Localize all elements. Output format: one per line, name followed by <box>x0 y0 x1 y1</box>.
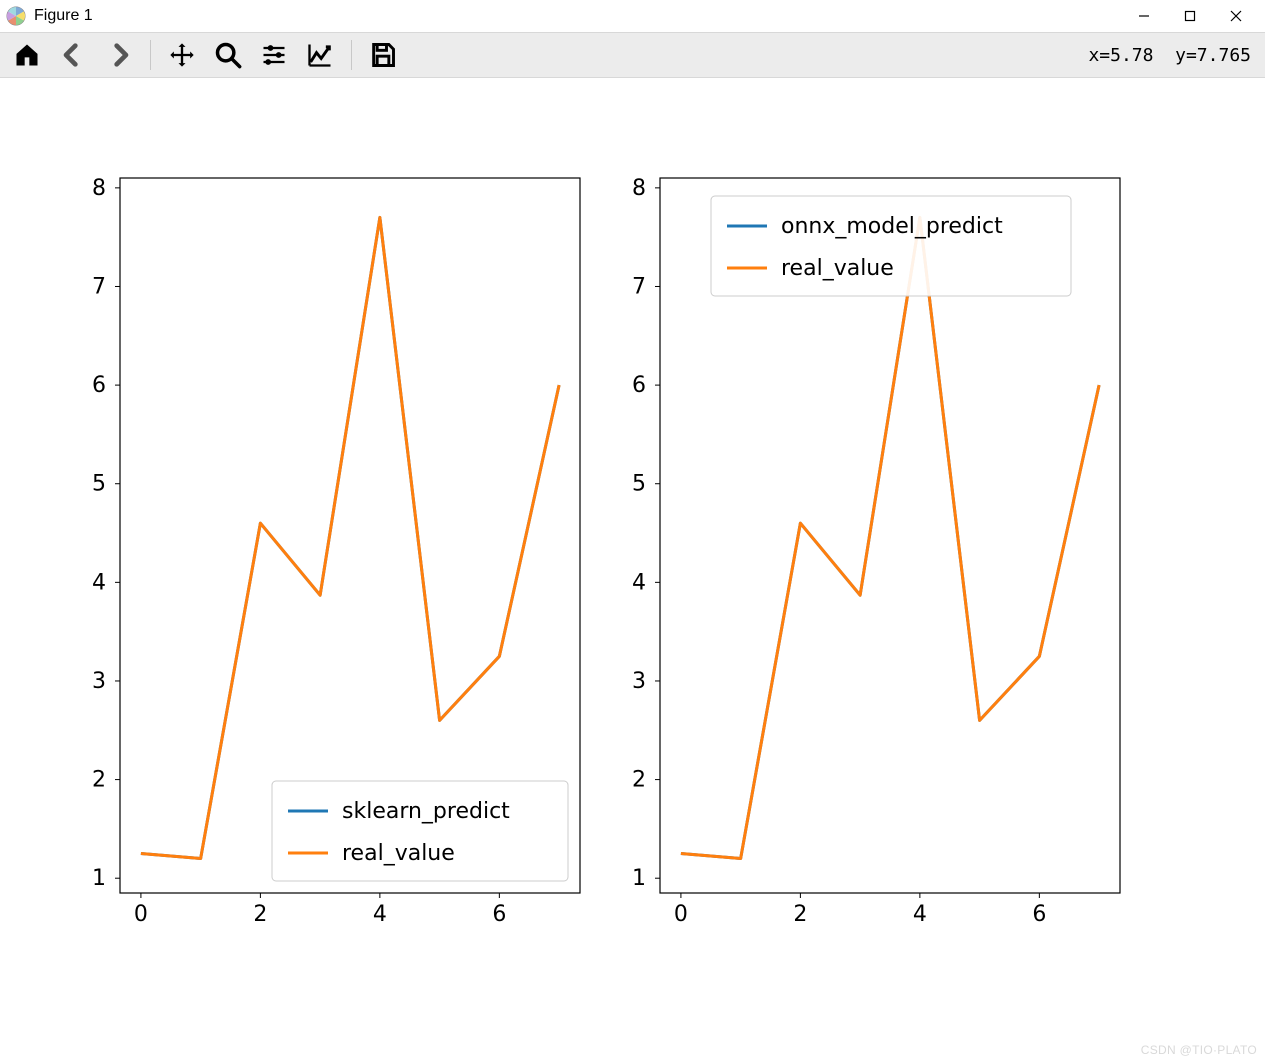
forward-button[interactable] <box>102 38 136 72</box>
legend: onnx_model_predict real_value <box>711 196 1071 296</box>
y-tick-label: 3 <box>92 669 106 694</box>
subplot-0: 0 2 4 6 1 2 3 4 5 6 7 8 sklearn_predict real_value <box>92 176 580 927</box>
titlebar: Figure 1 <box>0 0 1265 32</box>
zoom-button[interactable] <box>211 38 245 72</box>
y-tick-label: 4 <box>92 570 106 595</box>
y-tick-label: 7 <box>92 274 106 299</box>
y-tick-label: 7 <box>632 274 646 299</box>
home-button[interactable] <box>10 38 44 72</box>
legend-label: onnx_model_predict <box>781 214 1003 239</box>
x-tick-label: 6 <box>1032 902 1046 927</box>
x-tick-label: 0 <box>674 902 688 927</box>
matplotlib-icon <box>6 6 26 26</box>
figure-window: Figure 1 <box>0 0 1265 1063</box>
close-button[interactable] <box>1213 1 1259 31</box>
y-tick-label: 1 <box>92 866 106 891</box>
save-button[interactable] <box>366 38 400 72</box>
y-tick-label: 2 <box>92 768 106 793</box>
plot-canvas[interactable]: 0 2 4 6 1 2 3 4 5 6 7 8 sklearn_predict real_value 0 2 4… <box>0 78 1265 1063</box>
x-tick-label: 6 <box>492 902 506 927</box>
maximize-button[interactable] <box>1167 1 1213 31</box>
y-tick-label: 1 <box>632 866 646 891</box>
window-title: Figure 1 <box>34 7 93 25</box>
back-button[interactable] <box>56 38 90 72</box>
edit-axis-button[interactable] <box>303 38 337 72</box>
subplot-1: 0 2 4 6 1 2 3 4 5 6 7 8 onnx_model_predict real_value <box>632 176 1120 927</box>
plot-svg: 0 2 4 6 1 2 3 4 5 6 7 8 sklearn_predict real_value 0 2 4… <box>0 78 1265 1063</box>
plot-toolbar: x=5.78 y=7.765 <box>0 32 1265 78</box>
y-tick-label: 6 <box>632 373 646 398</box>
y-tick-label: 8 <box>632 176 646 201</box>
legend-label: real_value <box>342 841 455 866</box>
y-tick-label: 4 <box>632 570 646 595</box>
toolbar-separator <box>150 40 151 70</box>
y-tick-label: 5 <box>92 472 106 497</box>
pan-button[interactable] <box>165 38 199 72</box>
legend: sklearn_predict real_value <box>272 781 568 881</box>
x-tick-label: 4 <box>373 902 387 927</box>
minimize-button[interactable] <box>1121 1 1167 31</box>
legend-label: real_value <box>781 256 894 281</box>
y-tick-label: 2 <box>632 768 646 793</box>
y-tick-label: 3 <box>632 669 646 694</box>
x-tick-label: 2 <box>793 902 807 927</box>
y-tick-label: 8 <box>92 176 106 201</box>
legend-label: sklearn_predict <box>342 799 510 824</box>
y-tick-label: 6 <box>92 373 106 398</box>
watermark: CSDN @TIO·PLATO <box>1141 1043 1257 1057</box>
configure-subplots-button[interactable] <box>257 38 291 72</box>
x-tick-label: 0 <box>134 902 148 927</box>
cursor-coords: x=5.78 y=7.765 <box>1088 45 1255 66</box>
x-tick-label: 4 <box>913 902 927 927</box>
toolbar-separator <box>351 40 352 70</box>
x-tick-label: 2 <box>253 902 267 927</box>
y-tick-label: 5 <box>632 472 646 497</box>
